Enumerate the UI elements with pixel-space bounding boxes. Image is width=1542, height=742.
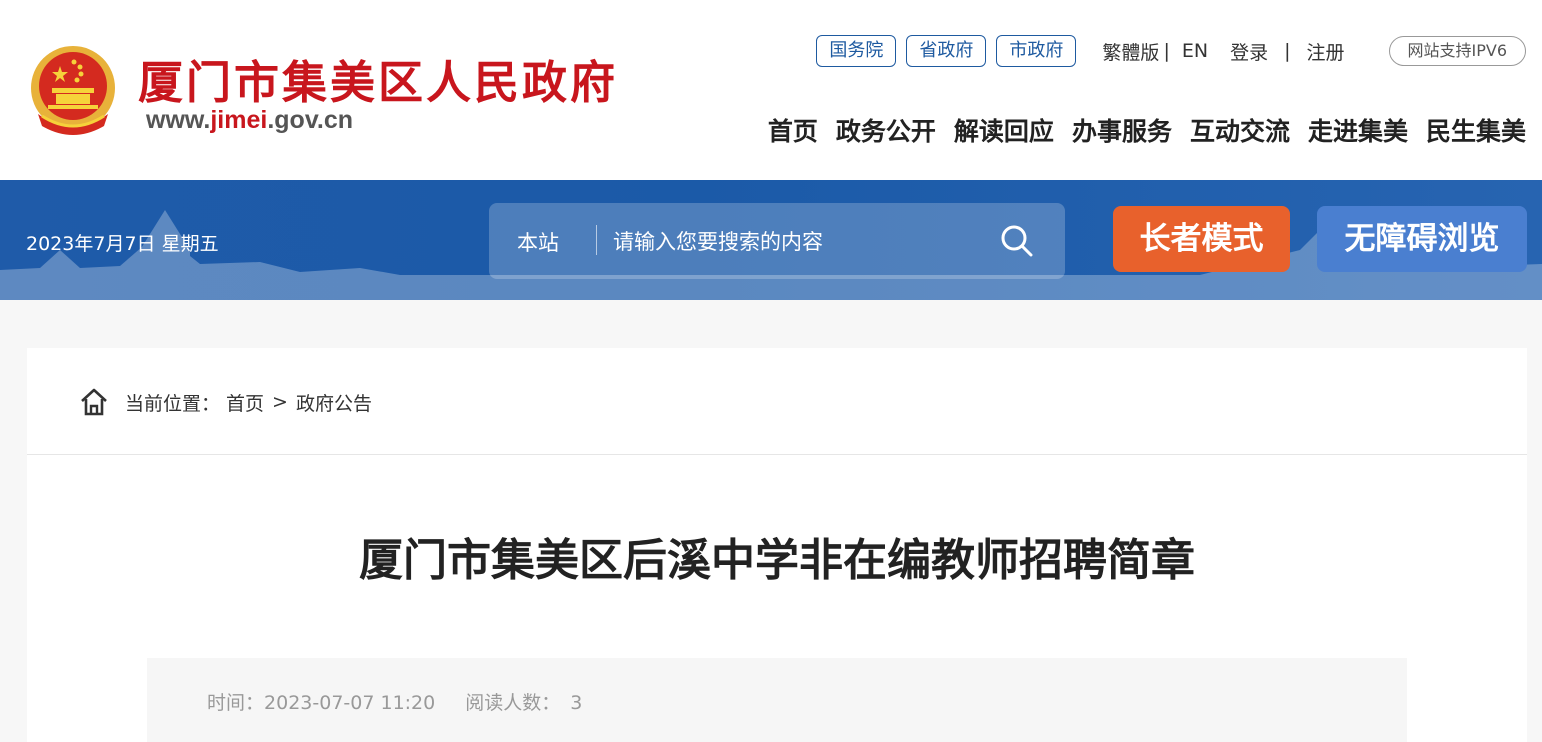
home-icon: [81, 388, 107, 416]
site-title: 厦门市集美区人民政府: [138, 56, 619, 109]
site-header: 厦门市集美区人民政府 www.jimei.gov.cn 国务院 省政府 市政府 …: [0, 0, 1542, 180]
divider: [27, 454, 1527, 455]
reads-label: 阅读人数：: [465, 692, 561, 714]
link-province-gov[interactable]: 省政府: [906, 35, 987, 67]
link-state-council[interactable]: 国务院: [816, 35, 897, 67]
link-register[interactable]: 注册: [1306, 38, 1344, 65]
link-traditional[interactable]: 繁體版: [1102, 38, 1159, 65]
nav-interpretation[interactable]: 解读回应: [954, 112, 1054, 148]
breadcrumb-label: 当前位置：: [125, 392, 221, 415]
nav-home[interactable]: 首页: [768, 112, 818, 148]
search-input[interactable]: [611, 221, 975, 263]
current-date: 2023年7月7日 星期五: [26, 233, 219, 255]
nav-services[interactable]: 办事服务: [1072, 112, 1172, 148]
breadcrumb-home[interactable]: 首页: [226, 389, 264, 416]
search-banner: 2023年7月7日 星期五 本站 长者模式 无障碍浏览: [0, 180, 1542, 300]
search-scope-select[interactable]: 本站: [517, 227, 559, 257]
link-english[interactable]: EN: [1182, 40, 1208, 62]
article-meta: 时间：2023-07-07 11:20 阅读人数： 3: [207, 688, 582, 715]
breadcrumb: 当前位置： 首页 > 政府公告: [79, 386, 372, 418]
main-nav: 首页 政务公开 解读回应 办事服务 互动交流 走进集美 民生集美: [768, 112, 1526, 148]
separator: |: [1284, 40, 1291, 62]
national-emblem-icon: [31, 46, 115, 135]
search-divider: [596, 225, 597, 255]
search-box: 本站: [489, 203, 1065, 279]
url-highlight: jimei: [210, 106, 268, 134]
ipv6-badge: 网站支持IPV6: [1388, 36, 1526, 66]
time-label: 时间：: [207, 692, 265, 714]
content-card: 当前位置： 首页 > 政府公告 厦门市集美区后溪中学非在编教师招聘简章 时间：2…: [27, 348, 1527, 742]
separator: |: [1163, 40, 1170, 62]
url-suffix: .gov.cn: [267, 106, 354, 134]
article-meta-bar: 时间：2023-07-07 11:20 阅读人数： 3: [147, 658, 1407, 742]
article-title: 厦门市集美区后溪中学非在编教师招聘简章: [359, 535, 1195, 586]
top-links: 国务院 省政府 市政府 繁體版 | EN 登录 | 注册 网站支持IPV6: [816, 34, 1526, 68]
link-login[interactable]: 登录: [1230, 38, 1268, 65]
search-icon[interactable]: [999, 223, 1035, 259]
nav-livelihood[interactable]: 民生集美: [1426, 112, 1526, 148]
accessible-browse-button[interactable]: 无障碍浏览: [1317, 206, 1527, 272]
nav-gov-affairs[interactable]: 政务公开: [836, 112, 936, 148]
breadcrumb-separator: >: [272, 391, 288, 413]
nav-about-jimei[interactable]: 走进集美: [1308, 112, 1408, 148]
elder-mode-button[interactable]: 长者模式: [1113, 206, 1290, 272]
time-value: 2023-07-07 11:20: [264, 692, 436, 714]
url-prefix: www.: [146, 106, 211, 134]
reads-value: 3: [570, 692, 583, 714]
site-url[interactable]: www.jimei.gov.cn: [146, 106, 353, 135]
breadcrumb-current[interactable]: 政府公告: [296, 389, 372, 416]
link-city-gov[interactable]: 市政府: [996, 35, 1077, 67]
nav-interaction[interactable]: 互动交流: [1190, 112, 1290, 148]
